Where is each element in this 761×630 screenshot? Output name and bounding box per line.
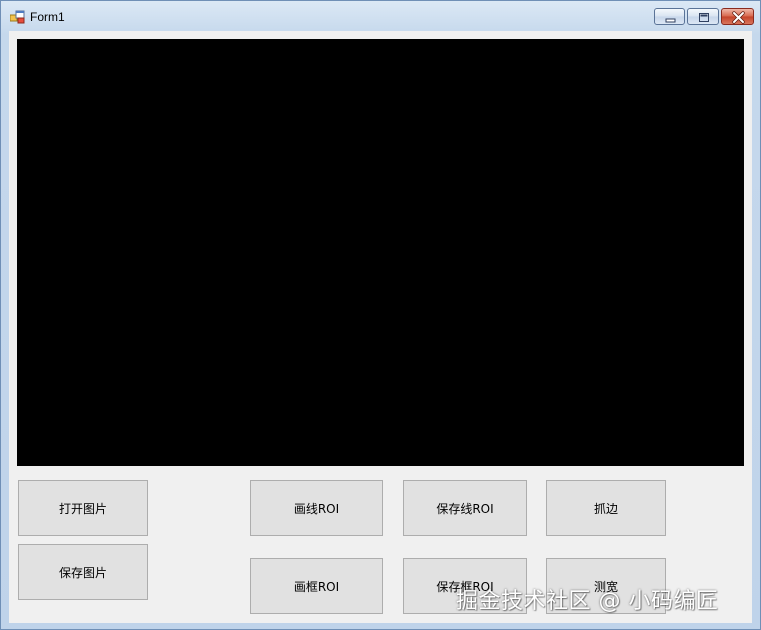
measure-width-button[interactable]: 测宽 — [546, 558, 666, 614]
open-image-button[interactable]: 打开图片 — [18, 480, 148, 536]
draw-line-roi-button[interactable]: 画线ROI — [250, 480, 383, 536]
maximize-button[interactable] — [687, 8, 719, 25]
save-line-roi-button[interactable]: 保存线ROI — [403, 480, 527, 536]
minimize-button[interactable] — [654, 8, 685, 25]
title-bar[interactable]: Form1 — [1, 1, 760, 31]
edge-grab-button[interactable]: 抓边 — [546, 480, 666, 536]
maximize-icon — [699, 13, 709, 22]
window-title: Form1 — [30, 10, 65, 24]
close-button[interactable] — [721, 8, 754, 25]
save-rect-roi-button[interactable]: 保存框ROI — [403, 558, 527, 614]
app-icon — [10, 10, 25, 24]
main-window: Form1 打开图片 保存图片 画线ROI 保存线ROI 抓边 画框ROI 保存… — [0, 0, 761, 630]
draw-rect-roi-button[interactable]: 画框ROI — [250, 558, 383, 614]
save-image-button[interactable]: 保存图片 — [18, 544, 148, 600]
image-display-picturebox[interactable] — [17, 39, 744, 466]
form-client-area: 打开图片 保存图片 画线ROI 保存线ROI 抓边 画框ROI 保存框ROI 测… — [9, 31, 752, 623]
close-icon — [732, 11, 745, 24]
minimize-icon — [665, 18, 676, 23]
